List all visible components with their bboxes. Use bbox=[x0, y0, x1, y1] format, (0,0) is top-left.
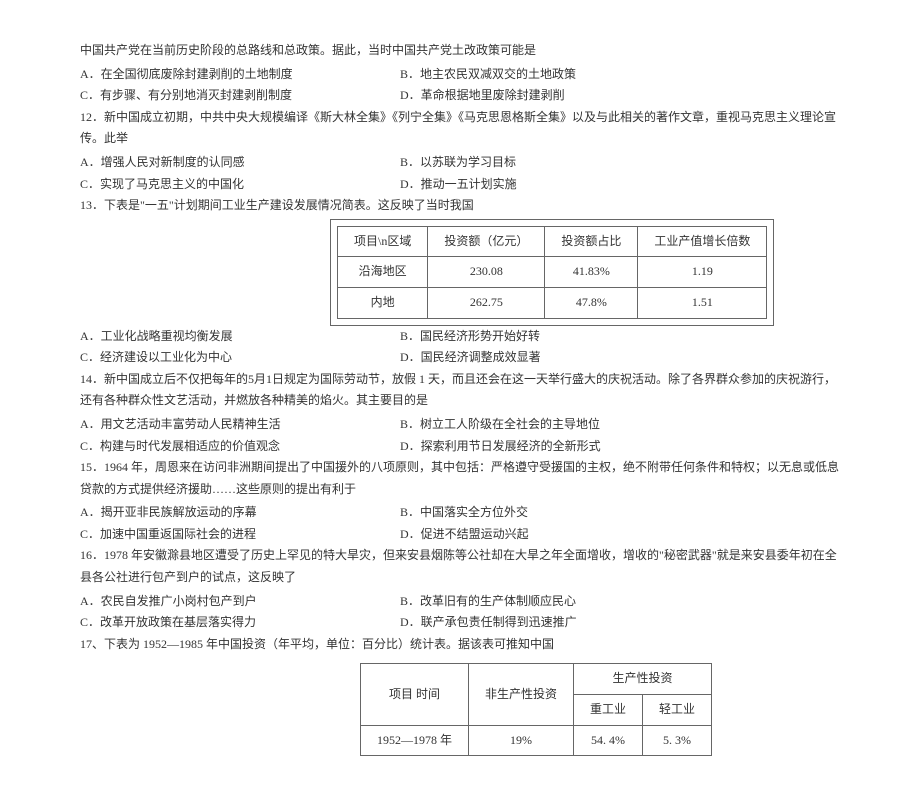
t1-h1: 项目\n区域 bbox=[338, 226, 428, 257]
intro-opt-b: B．地主农民双减双交的土地政策 bbox=[400, 64, 576, 86]
t2-r1c3: 54. 4% bbox=[574, 725, 643, 756]
t1-r2c1: 内地 bbox=[338, 287, 428, 318]
q15-opt-d: D．促进不结盟运动兴起 bbox=[400, 524, 529, 546]
q16-opt-a: A．农民自发推广小岗村包产到户 bbox=[80, 591, 360, 613]
t2-r1c2: 19% bbox=[469, 725, 574, 756]
t2-h3b: 轻工业 bbox=[643, 695, 712, 726]
table2: 项目 时间 非生产性投资 生产性投资 重工业 轻工业 1952—1978 年 1… bbox=[360, 663, 712, 756]
intro-opt-a: A．在全国彻底废除封建剥削的土地制度 bbox=[80, 64, 360, 86]
q12-text: 12．新中国成立初期，中共中央大规模编译《斯大林全集》《列宁全集》《马克思恩格斯… bbox=[80, 107, 840, 150]
q13-opt-c: C．经济建设以工业化为中心 bbox=[80, 347, 360, 369]
intro-text: 中国共产党在当前历史阶段的总路线和总政策。据此，当时中国共产党土改政策可能是 bbox=[80, 40, 840, 62]
t2-h3a: 重工业 bbox=[574, 695, 643, 726]
t2-r1c1: 1952—1978 年 bbox=[361, 725, 469, 756]
q13-opt-b: B．国民经济形势开始好转 bbox=[400, 326, 540, 348]
q13-text: 13．下表是"一五"计划期间工业生产建设发展情况简表。这反映了当时我国 bbox=[80, 195, 840, 217]
t2-h2: 非生产性投资 bbox=[469, 664, 574, 725]
q15-opt-a: A．揭开亚非民族解放运动的序幕 bbox=[80, 502, 360, 524]
t1-r2c4: 1.51 bbox=[638, 287, 767, 318]
t2-h3: 生产性投资 bbox=[574, 664, 712, 695]
q12-opt-d: D．推动一五计划实施 bbox=[400, 174, 517, 196]
t1-r1c4: 1.19 bbox=[638, 257, 767, 288]
t2-h1: 项目 时间 bbox=[361, 664, 469, 725]
t2-r1c4: 5. 3% bbox=[643, 725, 712, 756]
q14-opt-c: C．构建与时代发展相适应的价值观念 bbox=[80, 436, 360, 458]
q16-text: 16．1978 年安徽滁县地区遭受了历史上罕见的特大旱灾，但来安县烟陈等公社却在… bbox=[80, 545, 840, 588]
intro-opt-c: C．有步骤、有分别地消灭封建剥削制度 bbox=[80, 85, 360, 107]
q14-opt-a: A．用文艺活动丰富劳动人民精神生活 bbox=[80, 414, 360, 436]
q12-opt-b: B．以苏联为学习目标 bbox=[400, 152, 516, 174]
q15-opt-c: C．加速中国重返国际社会的进程 bbox=[80, 524, 360, 546]
table1: 项目\n区域 投资额（亿元） 投资额占比 工业产值增长倍数 沿海地区 230.0… bbox=[337, 226, 767, 319]
q16-opt-c: C．改革开放政策在基层落实得力 bbox=[80, 612, 360, 634]
q12-opt-c: C．实现了马克思主义的中国化 bbox=[80, 174, 360, 196]
q13-opt-d: D．国民经济调整成效显著 bbox=[400, 347, 541, 369]
t1-r2c3: 47.8% bbox=[545, 287, 638, 318]
q14-opt-b: B．树立工人阶级在全社会的主导地位 bbox=[400, 414, 600, 436]
t1-r2c2: 262.75 bbox=[428, 287, 545, 318]
t1-h3: 投资额占比 bbox=[545, 226, 638, 257]
t1-h4: 工业产值增长倍数 bbox=[638, 226, 767, 257]
q12-opt-a: A．增强人民对新制度的认同感 bbox=[80, 152, 360, 174]
q16-opt-d: D．联产承包责任制得到迅速推广 bbox=[400, 612, 577, 634]
t1-r1c1: 沿海地区 bbox=[338, 257, 428, 288]
q15-opt-b: B．中国落实全方位外交 bbox=[400, 502, 528, 524]
t1-r1c2: 230.08 bbox=[428, 257, 545, 288]
q16-opt-b: B．改革旧有的生产体制顺应民心 bbox=[400, 591, 576, 613]
t1-h2: 投资额（亿元） bbox=[428, 226, 545, 257]
q15-text: 15．1964 年，周恩来在访问非洲期间提出了中国援外的八项原则，其中包括：严格… bbox=[80, 457, 840, 500]
t1-r1c3: 41.83% bbox=[545, 257, 638, 288]
q13-opt-a: A．工业化战略重视均衡发展 bbox=[80, 326, 360, 348]
q14-text: 14．新中国成立后不仅把每年的5月1日规定为国际劳动节，放假 1 天，而且还会在… bbox=[80, 369, 840, 412]
q17-text: 17、下表为 1952—1985 年中国投资（年平均，单位：百分比）统计表。据该… bbox=[80, 634, 840, 656]
intro-opt-d: D．革命根据地里废除封建剥削 bbox=[400, 85, 565, 107]
q14-opt-d: D．探索利用节日发展经济的全新形式 bbox=[400, 436, 601, 458]
table1-wrapper: 项目\n区域 投资额（亿元） 投资额占比 工业产值增长倍数 沿海地区 230.0… bbox=[330, 219, 774, 326]
